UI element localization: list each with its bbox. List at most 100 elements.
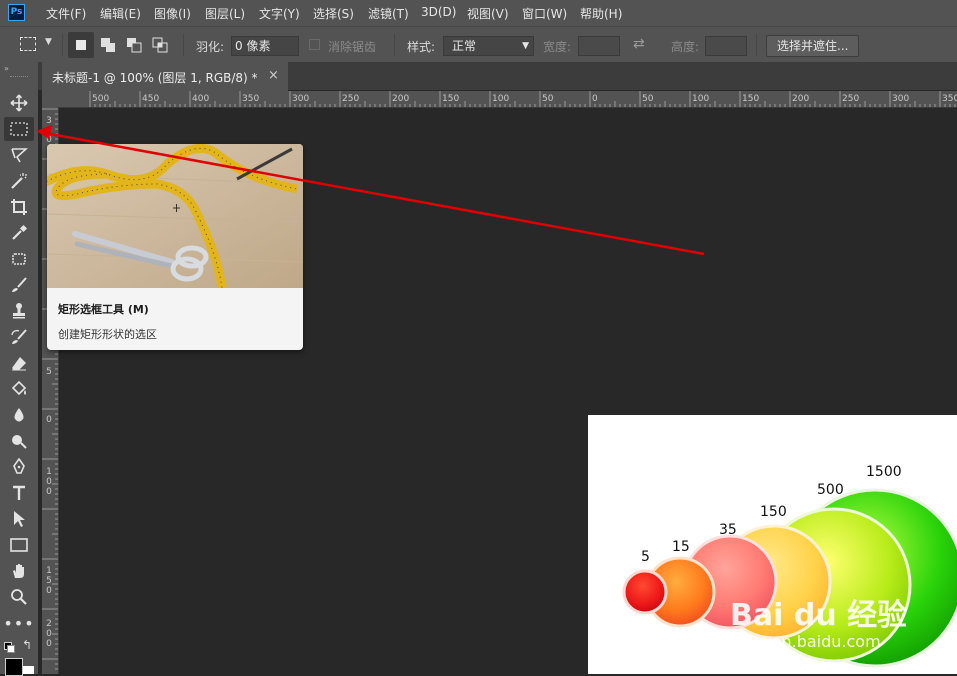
menu-layer[interactable]: 图层(L) (205, 5, 245, 22)
swap-colors-icon[interactable]: ↰ (22, 638, 32, 652)
add-to-selection-icon[interactable] (100, 37, 116, 53)
style-select[interactable]: 正常 ▼ (443, 36, 534, 56)
path-selection-tool-icon[interactable] (4, 507, 34, 531)
tools-panel: » ••• ↰ (0, 62, 38, 674)
width-input[interactable] (578, 36, 620, 56)
rectangular-marquee-tool-icon[interactable] (4, 117, 34, 141)
ruler-label: 100 (492, 94, 509, 104)
close-icon[interactable]: × (268, 68, 279, 83)
ruler-label: 0 (592, 94, 598, 104)
menu-type[interactable]: 文字(Y) (259, 5, 300, 22)
divider (756, 34, 757, 56)
divider (62, 34, 63, 56)
menu-3d[interactable]: 3D(D) (421, 5, 456, 19)
magic-wand-tool-icon[interactable] (4, 169, 34, 193)
zoom-tool-icon[interactable] (4, 585, 34, 609)
divider (394, 34, 395, 56)
ruler-label: 100 (692, 94, 709, 104)
dodge-tool-icon[interactable] (4, 429, 34, 453)
feather-label: 羽化: (196, 40, 225, 54)
subtract-from-selection-icon[interactable] (126, 37, 142, 53)
feather-input[interactable]: 0 像素 (231, 36, 299, 56)
history-brush-tool-icon[interactable] (4, 325, 34, 349)
type-tool-icon[interactable] (4, 481, 34, 505)
menu-edit[interactable]: 编辑(E) (100, 5, 141, 22)
clone-stamp-tool-icon[interactable] (4, 299, 34, 323)
more-tools-icon[interactable]: ••• (3, 611, 34, 635)
ruler-label: 350 (242, 94, 259, 104)
hand-tool-icon[interactable] (4, 559, 34, 583)
tooltip-description: 创建矩形形状的选区 (58, 328, 157, 341)
menu-filter[interactable]: 滤镜(T) (368, 5, 409, 22)
circle-label: 35 (719, 522, 737, 538)
menu-select[interactable]: 选择(S) (313, 5, 354, 22)
ruler-label: 250 (342, 94, 359, 104)
ruler-label: 500 (92, 94, 109, 104)
ruler-label: 400 (192, 94, 209, 104)
style-select-value: 正常 (452, 39, 477, 53)
healing-brush-tool-icon[interactable] (4, 247, 34, 271)
circle-5 (622, 569, 668, 615)
ruler-label: 0 (46, 415, 52, 425)
circle-label: 15 (672, 539, 690, 555)
new-selection-icon (76, 40, 86, 50)
circle-label: 5 (641, 549, 650, 565)
antialias-label: 消除锯齿 (328, 40, 377, 54)
horizontal-ruler[interactable]: 500 450 400 350 300 250 200 150 100 50 0 50 100 150 20… (42, 91, 957, 108)
menu-window[interactable]: 窗口(W) (522, 5, 567, 22)
panel-grip[interactable] (10, 76, 28, 79)
blur-tool-icon[interactable] (4, 403, 34, 427)
circle-label: 1500 (866, 464, 902, 480)
crop-tool-icon[interactable] (4, 195, 34, 219)
intersect-selection-icon[interactable] (152, 37, 168, 53)
menu-file[interactable]: 文件(F) (46, 5, 86, 22)
document-tab[interactable]: 未标题-1 @ 100% (图层 1, RGB/8) * × (42, 62, 288, 91)
menu-help[interactable]: 帮助(H) (580, 5, 622, 22)
ruler-label: 50 (542, 94, 554, 104)
tooltip-preview-image (47, 144, 303, 288)
ruler-label: 450 (142, 94, 159, 104)
swap-width-height-icon[interactable]: ⇄ (633, 36, 645, 52)
ruler-label: 1 0 0 (46, 467, 52, 497)
eraser-tool-icon[interactable] (4, 351, 34, 375)
photoshop-logo: Ps (8, 4, 25, 21)
chevron-down-icon[interactable]: ▼ (45, 37, 52, 47)
circle-label: 150 (760, 504, 787, 520)
collapse-panel-icon[interactable]: » (4, 64, 9, 73)
eyedropper-tool-icon[interactable] (4, 221, 34, 245)
chevron-down-icon: ▼ (522, 41, 529, 51)
tooltip-title: 矩形选框工具 (M) (58, 303, 149, 316)
select-and-mask-button[interactable]: 选择并遮住... (766, 35, 860, 57)
style-label: 样式: (407, 40, 436, 54)
ruler-label: 3 (46, 116, 52, 126)
menu-image[interactable]: 图像(I) (154, 5, 191, 22)
tool-tooltip: 矩形选框工具 (M) 创建矩形形状的选区 (47, 144, 303, 350)
marquee-preset-icon[interactable] (20, 37, 36, 51)
rectangle-tool-icon[interactable] (4, 533, 34, 557)
background-color-swatch[interactable] (22, 666, 34, 674)
move-tool-icon[interactable] (4, 91, 34, 115)
pen-tool-icon[interactable] (4, 455, 34, 479)
document-tab-title: 未标题-1 @ 100% (图层 1, RGB/8) * (52, 71, 258, 85)
ruler-label: 5 (46, 367, 52, 377)
menu-bar: Ps 文件(F) 编辑(E) 图像(I) 图层(L) 文字(Y) 选择(S) 滤… (0, 0, 957, 26)
foreground-color-swatch[interactable] (5, 658, 23, 676)
menu-view[interactable]: 视图(V) (467, 5, 509, 22)
divider (183, 34, 184, 56)
default-colors-icon[interactable] (4, 642, 15, 653)
lasso-tool-icon[interactable] (4, 143, 34, 167)
width-label: 宽度: (543, 40, 572, 54)
watermark-url: jingyan.baidu.com (733, 632, 881, 651)
ruler-label: 250 (842, 94, 859, 104)
ruler-label: 300 (292, 94, 309, 104)
ruler-label: 150 (742, 94, 759, 104)
brush-tool-icon[interactable] (4, 273, 34, 297)
new-selection-button[interactable] (68, 32, 94, 58)
ruler-ticks: 500 450 400 350 300 250 200 150 100 50 0 50 100 150 20… (89, 91, 957, 107)
paint-bucket-tool-icon[interactable] (4, 377, 34, 401)
watermark-brand: Bai du 经验 (730, 598, 908, 633)
ruler-label: 1 5 0 (46, 566, 52, 596)
height-input[interactable] (705, 36, 747, 56)
antialias-checkbox[interactable] (309, 39, 320, 50)
options-bar: ▼ 羽化: 0 像素 消除锯齿 样式: 正常 ▼ 宽度: ⇄ 高度: 选择并遮住… (0, 26, 957, 62)
